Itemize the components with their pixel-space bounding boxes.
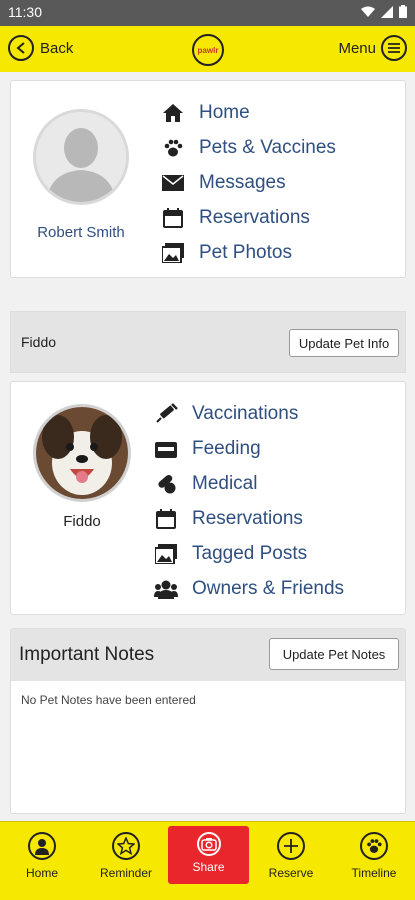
tab-label: Reserve (268, 866, 314, 880)
dog-photo (36, 407, 128, 499)
notes-header: Important Notes Update Pet Notes (11, 629, 405, 681)
photos-icon (161, 242, 185, 264)
tab-label: Home (25, 866, 58, 880)
home-icon (161, 102, 185, 124)
back-button[interactable]: Back (8, 35, 73, 61)
important-notes-card: Important Notes Update Pet Notes No Pet … (10, 628, 406, 814)
user-icon (28, 832, 56, 860)
pet-name: Fiddo (63, 513, 101, 530)
tab-reserve[interactable]: Reserve (249, 822, 333, 900)
system-icons (361, 5, 407, 18)
back-label: Back (40, 39, 74, 57)
tab-label: Share (192, 860, 225, 874)
update-pet-notes-button[interactable]: Update Pet Notes (269, 638, 399, 670)
pills-icon (154, 473, 178, 495)
nav-label: Owners & Friends (192, 577, 345, 599)
status-bar: 11:30 (0, 0, 415, 26)
owner-card: Robert Smith Home Pets & Vaccines Messag… (10, 80, 406, 278)
menu-button[interactable]: Menu (338, 35, 407, 61)
nav-label: Tagged Posts (192, 542, 308, 564)
owner-name: Robert Smith (37, 224, 125, 241)
plus-icon (277, 832, 305, 860)
calendar-icon (161, 207, 185, 229)
paw-icon (360, 832, 388, 860)
nav-label: Pets & Vaccines (199, 136, 336, 158)
users-icon (154, 578, 178, 600)
nav-label: Feeding (192, 437, 261, 459)
update-pet-info-button[interactable]: Update Pet Info (289, 329, 399, 357)
menu-label: Menu (338, 39, 376, 57)
tab-label: Timeline (351, 866, 397, 880)
default-avatar-icon (36, 112, 126, 202)
pet-nav: Vaccinations Feeding Medical Reservation… (154, 396, 344, 606)
nav-item-medical[interactable]: Medical (154, 466, 344, 501)
owner-nav: Home Pets & Vaccines Messages Reservatio… (161, 95, 336, 270)
nav-label: Home (199, 101, 250, 123)
tab-reminder[interactable]: Reminder (84, 822, 168, 900)
paw-icon (161, 137, 185, 159)
notes-title: Important Notes (19, 644, 155, 665)
calendar-icon (154, 508, 178, 530)
star-icon (112, 832, 140, 860)
chevron-left-icon (8, 35, 34, 61)
nav-label: Vaccinations (192, 402, 299, 424)
syringe-icon (154, 402, 178, 425)
status-time: 11:30 (8, 4, 42, 20)
nav-item-reservations[interactable]: Reservations (154, 501, 344, 536)
pet-info-bar: Fiddo Update Pet Info (10, 311, 406, 373)
app-logo: pawlr (192, 34, 224, 66)
nav-label: Reservations (192, 507, 303, 529)
nav-item-reservations[interactable]: Reservations (161, 200, 336, 235)
owner-avatar (33, 109, 129, 205)
wifi-icon (361, 6, 375, 17)
camera-icon (196, 832, 221, 856)
notes-empty-text: No Pet Notes have been entered (21, 693, 196, 707)
feeding-icon (154, 438, 178, 460)
nav-item-tagged-posts[interactable]: Tagged Posts (154, 536, 344, 571)
photos-icon (154, 543, 178, 565)
pet-bar-name: Fiddo (21, 334, 57, 350)
battery-icon (399, 5, 407, 18)
tab-label: Reminder (99, 866, 153, 880)
nav-item-home[interactable]: Home (161, 95, 336, 130)
nav-item-messages[interactable]: Messages (161, 165, 336, 200)
nav-item-feeding[interactable]: Feeding (154, 431, 344, 466)
nav-item-pet-photos[interactable]: Pet Photos (161, 235, 336, 270)
nav-label: Medical (192, 472, 258, 494)
hamburger-icon (381, 35, 407, 61)
envelope-icon (161, 172, 185, 194)
nav-item-pets-vaccines[interactable]: Pets & Vaccines (161, 130, 336, 165)
nav-label: Pet Photos (199, 241, 292, 263)
nav-item-vaccinations[interactable]: Vaccinations (154, 396, 344, 431)
nav-item-owners-friends[interactable]: Owners & Friends (154, 571, 344, 606)
tab-timeline[interactable]: Timeline (333, 822, 415, 900)
app-header: Back pawlr Menu (0, 26, 415, 72)
tab-share[interactable]: Share (168, 826, 249, 884)
nav-label: Messages (199, 171, 286, 193)
pet-card: Fiddo Vaccinations Feeding Medical Reser… (10, 381, 406, 615)
logo-text: pawlr (197, 45, 219, 55)
bottom-nav: Home Reminder Share Reserve Timeline (0, 821, 415, 900)
signal-icon (381, 5, 393, 18)
pet-photo (33, 404, 131, 502)
tab-home[interactable]: Home (0, 822, 84, 900)
nav-label: Reservations (199, 206, 310, 228)
